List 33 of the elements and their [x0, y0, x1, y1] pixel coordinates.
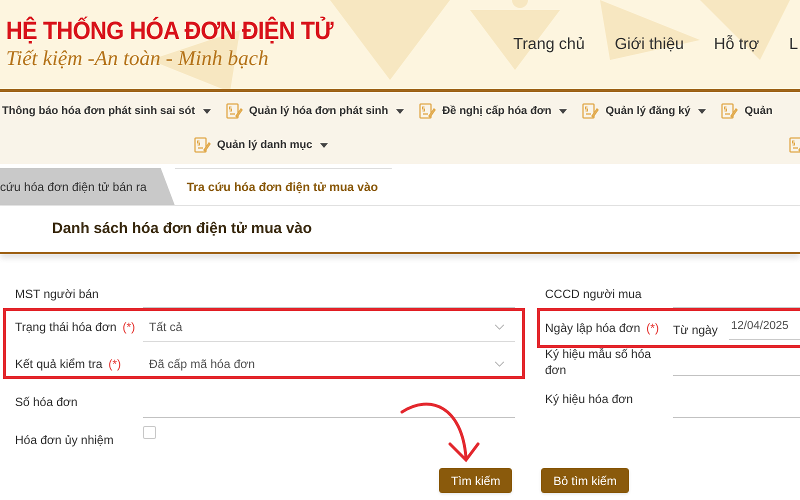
- field-label: Trạng thái hóa đơn: [15, 319, 116, 335]
- field-label: Kết quả kiểm tra: [15, 356, 102, 372]
- field-label: Ký hiệu mẫu số hóa đơn: [545, 346, 652, 378]
- field-label: Ngày lập hóa đơn: [545, 320, 640, 336]
- field-label: Hóa đơn ủy nhiệm: [15, 432, 114, 448]
- field-label: Từ ngày: [673, 322, 719, 339]
- select-field[interactable]: Đã cấp mã hóa đơn: [143, 349, 515, 379]
- nav-link[interactable]: L: [789, 32, 798, 56]
- panel-title: Danh sách hóa đơn điện tử mua vào: [52, 218, 312, 239]
- menu-item[interactable]: Quản: [720, 102, 773, 120]
- menu-item[interactable]: Đề nghị cấp hóa đơn: [418, 102, 568, 120]
- field-label: Số hóa đơn: [15, 394, 78, 410]
- menu-item[interactable]: Quản lý đăng ký: [581, 102, 706, 120]
- clear-search-button[interactable]: Bỏ tìm kiếm: [541, 468, 629, 493]
- field-label: MST người bán: [15, 286, 99, 302]
- required-mark: (*): [122, 319, 136, 336]
- checkbox[interactable]: [143, 426, 156, 439]
- required-mark: (*): [108, 356, 122, 373]
- menu-item[interactable]: Quản lý danh mục: [193, 136, 328, 154]
- nav-link[interactable]: Trang chủ: [513, 32, 585, 56]
- site-slogan: Tiết kiệm -An toàn - Minh bạch: [6, 46, 270, 70]
- menu-item[interactable]: Quản lý hóa đơn phát sinh: [224, 102, 404, 120]
- chevron-down-icon: [494, 360, 505, 366]
- menu-item[interactable]: Thông báo hóa đơn phát sinh sai sót: [2, 102, 211, 120]
- field-label: Ký hiệu hóa đơn: [545, 391, 633, 407]
- select-field[interactable]: Tất cả: [143, 312, 515, 342]
- tab[interactable]: cứu hóa đơn điện tử bán ra: [0, 168, 175, 205]
- chevron-down-icon: [494, 324, 505, 330]
- site-title: HỆ THỐNG HÓA ĐƠN ĐIỆN TỬ: [6, 16, 334, 46]
- search-button[interactable]: Tìm kiếm: [439, 468, 512, 493]
- date-field[interactable]: 12/04/2025: [729, 312, 800, 340]
- field-label: CCCD người mua: [545, 286, 642, 302]
- required-mark: (*): [646, 320, 659, 337]
